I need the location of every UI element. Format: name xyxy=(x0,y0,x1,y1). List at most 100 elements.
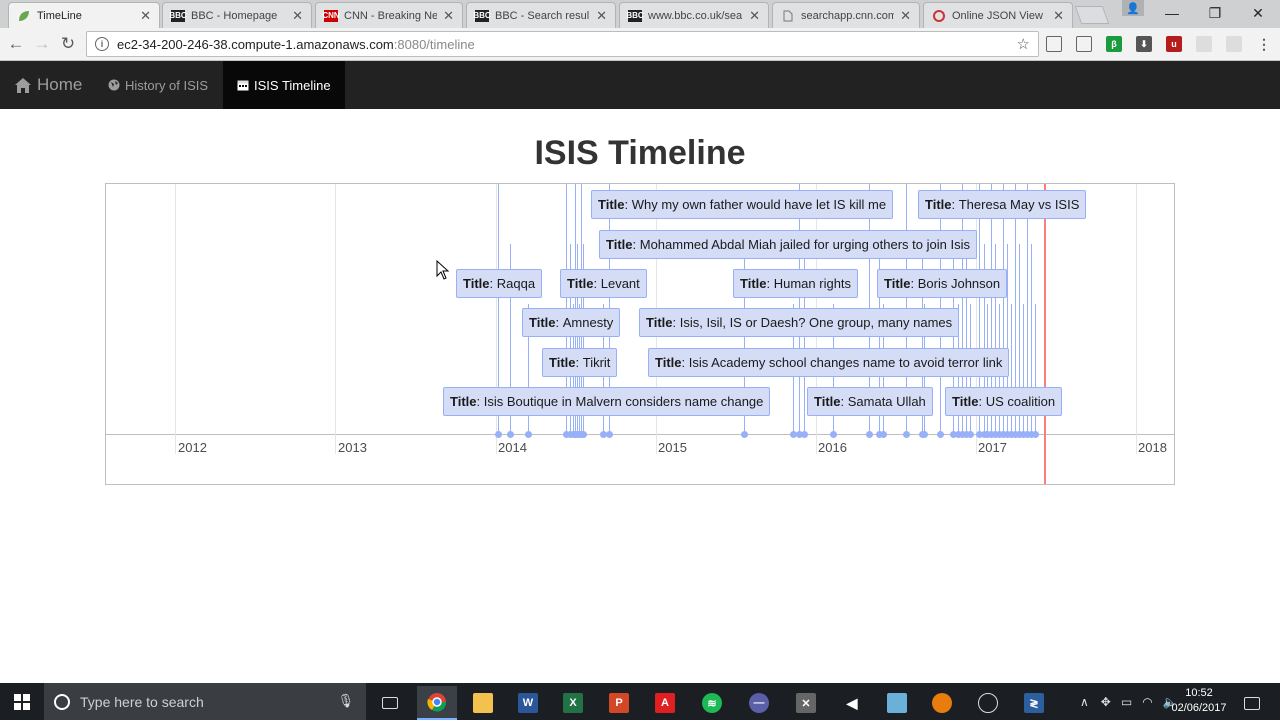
event-prefix: Title xyxy=(952,394,979,409)
tab-cnn[interactable]: CNN CNN - Breaking Ne ✕ xyxy=(315,2,463,28)
taskbar-search-box[interactable]: Type here to search 🎙 xyxy=(44,683,366,720)
close-tab-icon[interactable]: ✕ xyxy=(749,8,760,24)
event-dot[interactable] xyxy=(606,431,613,438)
event-dot[interactable] xyxy=(937,431,944,438)
close-tab-icon[interactable]: ✕ xyxy=(140,8,151,24)
event-dot[interactable] xyxy=(903,431,910,438)
word-icon[interactable]: W xyxy=(508,686,548,720)
chevron-up-icon[interactable]: ∧ xyxy=(1080,695,1089,709)
event-box[interactable]: Title: Raqqa xyxy=(456,269,543,298)
tab-json-viewer[interactable]: Online JSON View ✕ xyxy=(923,2,1073,28)
screen-icon[interactable] xyxy=(1076,36,1092,52)
visual-studio-icon[interactable]: ≷ xyxy=(1014,686,1054,720)
app-icon[interactable]: — xyxy=(739,686,779,720)
app-icon[interactable] xyxy=(877,686,917,720)
minimize-icon[interactable]: — xyxy=(1150,0,1194,26)
event-box[interactable]: Title: Isis Boutique in Malvern consider… xyxy=(443,387,771,416)
back-arrow-icon[interactable]: ← xyxy=(4,33,28,55)
event-box[interactable]: Title: Human rights xyxy=(733,269,859,298)
event-box[interactable]: Title: Theresa May vs ISIS xyxy=(918,190,1087,219)
powerpoint-icon[interactable]: P xyxy=(599,686,639,720)
event-dot[interactable] xyxy=(880,431,887,438)
spotify-icon[interactable]: ≋ xyxy=(692,686,732,720)
microphone-icon[interactable]: 🎙 xyxy=(337,693,354,709)
event-box[interactable]: Title: US coalition xyxy=(945,387,1063,416)
event-box[interactable]: Title: Mohammed Abdal Miah jailed for ur… xyxy=(599,230,977,259)
beta-extension-icon[interactable]: β xyxy=(1106,36,1122,52)
close-tab-icon[interactable]: ✕ xyxy=(292,8,303,24)
chrome-taskbar-icon[interactable] xyxy=(417,686,457,720)
event-dot[interactable] xyxy=(580,431,587,438)
event-box[interactable]: Title: Boris Johnson xyxy=(877,269,1008,298)
blender-icon[interactable] xyxy=(922,686,962,720)
event-box[interactable]: Title: Tikrit xyxy=(542,348,618,377)
tab-bbc-search[interactable]: BBC BBC - Search resul ✕ xyxy=(466,2,616,28)
event-dot[interactable] xyxy=(507,431,514,438)
event-prefix: Title xyxy=(549,355,576,370)
download-extension-icon[interactable]: ⬇ xyxy=(1136,36,1152,52)
event-box[interactable]: Title: Why my own father would have let … xyxy=(591,190,894,219)
nav-label: History of ISIS xyxy=(125,77,209,93)
tab-cnn-search[interactable]: searchapp.cnn.com ✕ xyxy=(772,2,920,28)
extension-icon[interactable] xyxy=(1226,36,1242,52)
excel-icon[interactable]: X xyxy=(553,686,593,720)
restore-icon[interactable]: ❐ xyxy=(1193,0,1237,26)
event-box[interactable]: Title: Samata Ullah xyxy=(807,387,933,416)
tab-timeline[interactable]: TimeLine ✕ xyxy=(8,2,160,28)
event-dot[interactable] xyxy=(801,431,808,438)
info-icon[interactable]: i xyxy=(95,37,109,51)
event-dot[interactable] xyxy=(1032,431,1039,438)
extension-icon[interactable] xyxy=(1196,36,1212,52)
event-prefix: Title xyxy=(529,315,556,330)
close-tab-icon[interactable]: ✕ xyxy=(1053,8,1064,24)
search-placeholder: Type here to search xyxy=(80,693,204,710)
notifications-icon[interactable] xyxy=(1232,686,1272,720)
event-dot[interactable] xyxy=(866,431,873,438)
tab-bbc-homepage[interactable]: BBC BBC - Homepage ✕ xyxy=(162,2,312,28)
close-tab-icon[interactable]: ✕ xyxy=(596,8,607,24)
event-dot[interactable] xyxy=(830,431,837,438)
timeline-widget[interactable]: 2012 2013 2014 2015 2016 2017 2018 Title… xyxy=(105,183,1175,485)
nav-history-of-isis[interactable]: History of ISIS xyxy=(94,61,222,109)
home-icon xyxy=(14,77,32,94)
start-button[interactable] xyxy=(0,683,44,720)
acrobat-icon[interactable]: A xyxy=(645,686,685,720)
reload-icon[interactable]: ↻ xyxy=(56,33,80,55)
bookmark-star-icon[interactable]: ☆ xyxy=(1017,35,1030,53)
event-dot[interactable] xyxy=(921,431,928,438)
event-dot[interactable] xyxy=(525,431,532,438)
speaker-app-icon[interactable]: ◀ xyxy=(832,686,872,720)
tab-bbc-url[interactable]: BBC www.bbc.co.uk/sea ✕ xyxy=(619,2,769,28)
event-box[interactable]: Title: Isis Academy school changes name … xyxy=(648,348,1010,377)
event-dot[interactable] xyxy=(967,431,974,438)
ublock-icon[interactable]: u xyxy=(1166,36,1182,52)
taskbar-clock[interactable]: 10:52 02/06/2017 xyxy=(1168,686,1230,716)
unity-icon[interactable] xyxy=(968,686,1008,720)
event-dot[interactable] xyxy=(741,431,748,438)
leaf-icon xyxy=(17,10,31,22)
file-explorer-icon[interactable] xyxy=(463,686,503,720)
battery-icon[interactable]: ▭ xyxy=(1121,695,1132,709)
close-tab-icon[interactable]: ✕ xyxy=(900,8,911,24)
cast-icon[interactable] xyxy=(1046,36,1062,52)
event-box[interactable]: Title: Isis, Isil, IS or Daesh? One grou… xyxy=(639,308,960,337)
home-link[interactable]: Home xyxy=(14,61,82,109)
nav-isis-timeline[interactable]: ISIS Timeline xyxy=(223,61,345,109)
profile-icon[interactable]: 👤 xyxy=(1122,0,1144,16)
forward-arrow-icon[interactable]: → xyxy=(30,33,54,55)
new-tab-button[interactable] xyxy=(1074,6,1110,24)
event-dot[interactable] xyxy=(495,431,502,438)
menu-dots-icon[interactable]: ⋮ xyxy=(1256,36,1272,52)
tools-icon[interactable]: ✕ xyxy=(786,686,826,720)
event-box[interactable]: Title: Levant xyxy=(560,269,647,298)
event-prefix: Title xyxy=(606,237,633,252)
address-bar[interactable]: i ec2-34-200-246-38.compute-1.amazonaws.… xyxy=(86,31,1039,57)
event-box[interactable]: Title: Amnesty xyxy=(522,308,621,337)
wifi-icon[interactable]: ◠ xyxy=(1142,695,1152,709)
close-tab-icon[interactable]: ✕ xyxy=(443,8,454,24)
bbc-icon: BBC xyxy=(626,9,644,22)
close-window-icon[interactable]: ✕ xyxy=(1236,0,1280,26)
event-title: Isis Boutique in Malvern considers name … xyxy=(483,394,764,409)
task-view-icon[interactable] xyxy=(370,686,410,720)
dropbox-icon[interactable]: ✥ xyxy=(1101,695,1111,709)
